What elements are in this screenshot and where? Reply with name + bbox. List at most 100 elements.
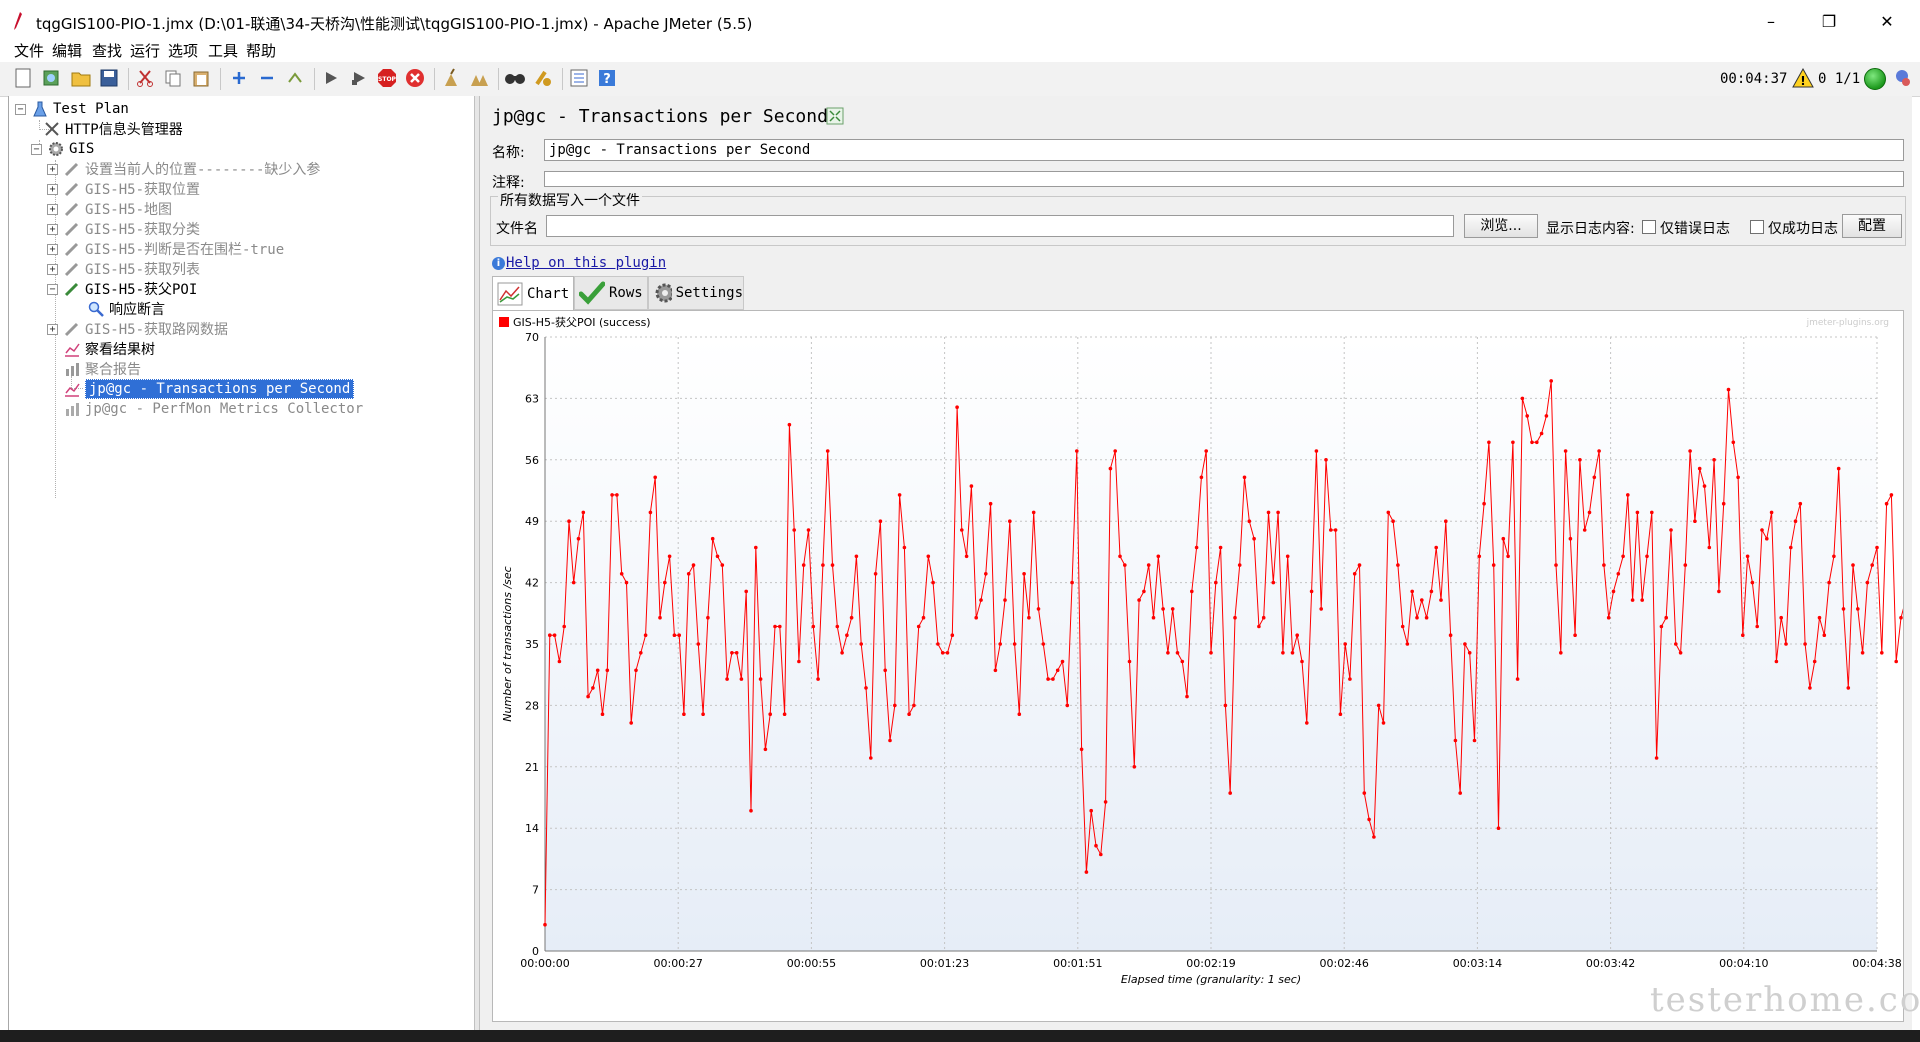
tree-node-test-plan[interactable]: − Test Plan [15,98,129,120]
x-tick-label: 00:00:55 [787,957,836,970]
tree-node-sampler[interactable]: + 设置当前人的位置--------缺少入参 [47,158,320,180]
x-tick-label: 00:00:27 [653,957,702,970]
start-icon[interactable] [320,67,342,89]
filename-input[interactable] [546,215,1454,237]
data-point [1491,563,1496,567]
tab-rows-label: Rows [609,285,643,301]
help-plugin-link[interactable]: Help on this plugin [506,255,666,271]
tree-node-sampler[interactable]: + GIS-H5-获取分类 [47,218,200,240]
maximize-chart-icon[interactable] [826,107,844,125]
minimize-button[interactable]: – [1748,8,1794,36]
start-no-pause-icon[interactable] [348,67,370,89]
collapse-all-icon[interactable] [256,67,278,89]
tree-node-perfmon[interactable]: jp@gc - PerfMon Metrics Collector [63,398,363,420]
clear-icon[interactable] [440,67,462,89]
warning-icon[interactable]: ! [1792,68,1814,88]
data-point [754,545,758,550]
toggle-icon[interactable] [284,67,306,89]
browse-button[interactable]: 浏览... [1464,214,1538,238]
cut-icon[interactable] [134,67,156,89]
collapse-icon[interactable]: − [31,143,42,155]
data-point [1247,519,1252,523]
remote-icon[interactable] [1892,68,1912,88]
data-point [1506,554,1510,559]
reset-search-icon[interactable] [532,67,554,89]
success-only-checkbox[interactable] [1750,220,1764,234]
tree-node-view-results-tree[interactable]: 察看结果树 [63,338,155,360]
expand-icon[interactable]: + [47,183,58,195]
name-input[interactable] [544,139,1904,161]
pencil-icon [63,160,81,178]
open-icon[interactable] [70,67,92,89]
new-icon[interactable] [12,67,34,89]
data-point [1880,651,1884,655]
help-icon[interactable]: ? [596,67,618,89]
data-point [1118,554,1122,559]
tab-chart[interactable]: Chart [492,276,574,310]
close-button[interactable]: ✕ [1864,8,1910,36]
info-icon: i [492,257,505,270]
expand-all-icon[interactable] [228,67,250,89]
menu-search[interactable]: 查找 [92,40,122,61]
menu-file[interactable]: 文件 [14,40,44,61]
errors-only-label: 仅错误日志 [1660,221,1730,237]
tps-chart: 0714212835424956637000:00:00 00:00:27 00:0… [499,316,1918,986]
menu-run[interactable]: 运行 [130,40,160,61]
configure-button[interactable]: 配置 [1842,214,1902,238]
tree-node-sampler[interactable]: + GIS-H5-获取路网数据 [47,318,228,340]
tree-node-sampler[interactable]: + GIS-H5-判断是否在围栏-true [47,238,284,260]
tree-node-sampler[interactable]: + GIS-H5-获取列表 [47,258,200,280]
expand-icon[interactable]: + [47,203,58,215]
paste-icon[interactable] [190,67,212,89]
expand-icon[interactable]: + [47,323,58,335]
menu-help[interactable]: 帮助 [246,40,276,61]
data-point [1271,580,1276,585]
maximize-button[interactable]: ❐ [1806,8,1852,36]
x-tick-label: 00:02:19 [1186,957,1235,970]
comment-input[interactable] [544,171,1904,187]
data-point [1774,659,1779,664]
data-point [849,615,854,620]
data-point [1156,554,1161,559]
tab-settings[interactable]: Settings [648,276,744,310]
tree-node-sampler[interactable]: + GIS-H5-获取位置 [47,178,200,200]
tree-node-gis[interactable]: − GIS [31,138,94,160]
menu-tools[interactable]: 工具 [208,40,238,61]
clear-all-icon[interactable] [468,67,490,89]
menu-edit[interactable]: 编辑 [52,40,82,61]
stop-icon[interactable]: STOP [376,67,398,89]
shutdown-icon[interactable] [404,67,426,89]
data-point [1204,449,1208,453]
templates-icon[interactable] [40,67,62,89]
data-point [1808,686,1812,690]
copy-icon[interactable] [162,67,184,89]
tab-rows[interactable]: Rows [574,276,648,310]
data-point [543,922,547,927]
tree-node-sampler-active[interactable]: − GIS-H5-获父POI [47,278,197,300]
expand-icon[interactable]: + [47,263,58,275]
data-point [936,642,940,646]
errors-only-checkbox[interactable] [1642,220,1656,234]
function-helper-icon[interactable] [568,67,590,89]
collapse-icon[interactable]: − [15,103,26,115]
search-icon[interactable] [504,67,526,89]
tree-node-response-assertion[interactable]: 响应断言 [87,298,165,320]
menu-options[interactable]: 选项 [168,40,198,61]
pencil-icon [63,280,81,298]
data-point [1285,554,1290,559]
expand-icon[interactable]: + [47,163,58,175]
tree-node-http-header-manager[interactable]: HTTP信息头管理器 [43,118,183,140]
save-icon[interactable] [98,67,120,89]
expand-icon[interactable]: + [47,223,58,235]
data-point [600,712,605,716]
tree-node-aggregate-report[interactable]: 聚合报告 [63,358,141,380]
data-point [1458,791,1462,795]
data-point [1060,659,1065,664]
data-point [749,808,753,813]
expand-icon[interactable]: + [47,243,58,255]
tree-node-sampler[interactable]: + GIS-H5-地图 [47,198,172,220]
collapse-icon[interactable]: − [47,283,58,295]
data-point [1573,633,1577,637]
data-point [663,580,667,585]
tree-node-tps-listener[interactable]: jp@gc - Transactions per Second [63,378,355,400]
